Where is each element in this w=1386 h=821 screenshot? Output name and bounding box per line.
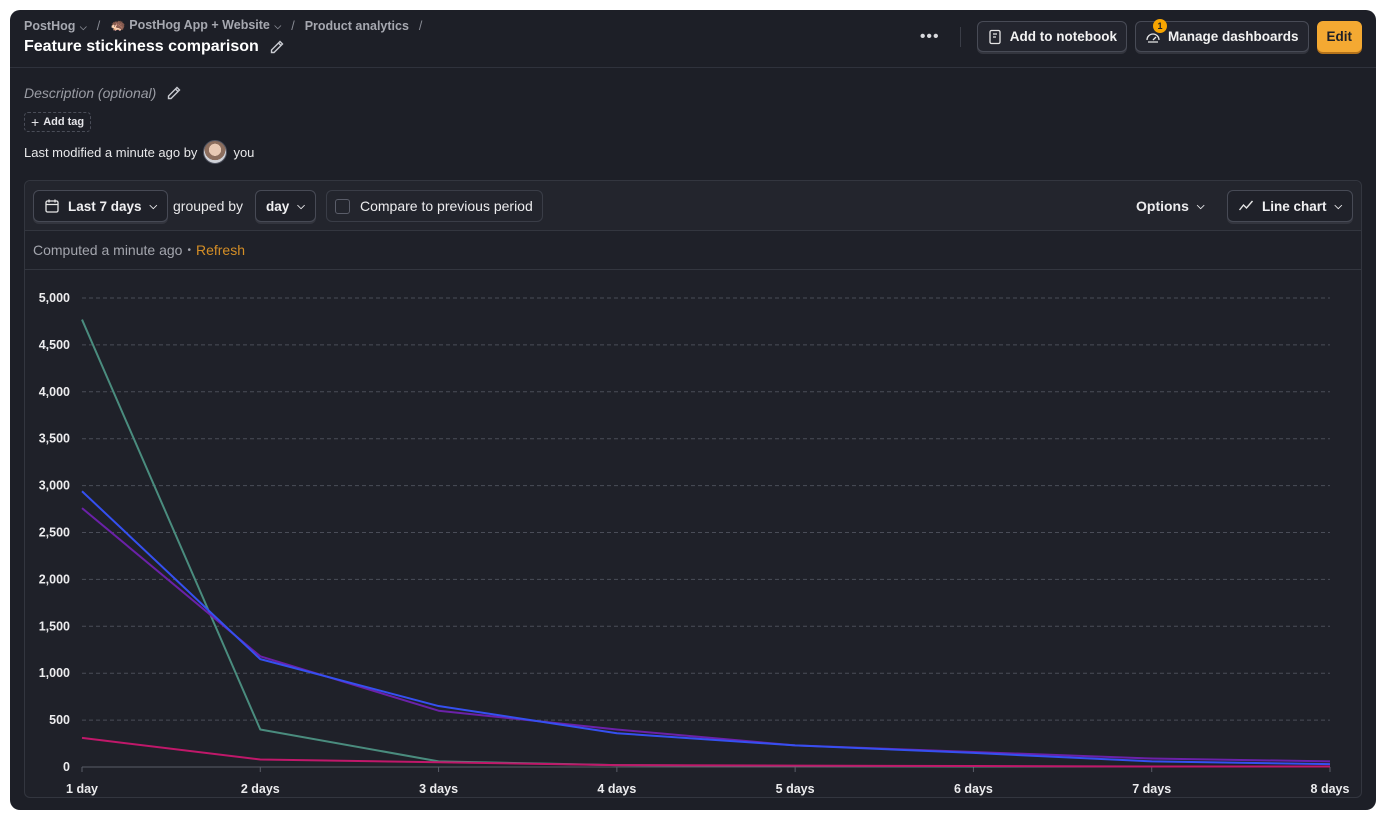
insight-panel: Last 7 days ⌵ grouped by day ⌵ Compare t… (24, 180, 1362, 798)
modified-user[interactable]: you (233, 145, 254, 160)
y-tick-label: 3,500 (39, 432, 70, 446)
x-tick-label: 7 days (1132, 782, 1171, 796)
description-field[interactable]: Description (optional) (24, 85, 156, 101)
manage-dashboards-label: Manage dashboards (1167, 29, 1299, 44)
date-range-label: Last 7 days (68, 198, 142, 214)
breadcrumb-project[interactable]: 🦔 PostHog App + Website ⌵ (110, 18, 281, 33)
y-tick-label: 4,500 (39, 338, 70, 352)
options-button[interactable]: Options ⌵ (1136, 190, 1204, 222)
series-line (81, 507, 1331, 763)
compare-label: Compare to previous period (360, 198, 533, 214)
chart-type-label: Line chart (1262, 198, 1327, 214)
notebook-icon (989, 29, 1001, 44)
compare-checkbox[interactable] (335, 198, 350, 214)
separator-dot: • (187, 244, 191, 256)
add-tag-button[interactable]: + Add tag (24, 112, 92, 132)
interval-select[interactable]: day ⌵ (255, 190, 316, 222)
add-to-notebook-label: Add to notebook (1009, 29, 1117, 44)
edit-button[interactable]: Edit (1316, 21, 1362, 52)
x-tick-label: 2 days (241, 782, 280, 796)
chevron-down-icon: ⌵ (149, 200, 158, 212)
breadcrumb-section[interactable]: Product analytics (305, 19, 409, 33)
chart-type-select[interactable]: Line chart ⌵ (1227, 190, 1354, 222)
y-tick-label: 4,000 (39, 385, 70, 399)
breadcrumb-separator: / (291, 18, 295, 33)
chevron-down-icon: ⌵ (297, 200, 305, 212)
x-tick-label: 8 days (1311, 782, 1350, 796)
page-title[interactable]: Feature stickiness comparison (24, 38, 259, 56)
computed-status: Computed a minute ago • Refresh (25, 231, 1361, 270)
line-chart-icon (1238, 200, 1254, 211)
x-tick-label: 6 days (954, 782, 993, 796)
x-tick-label: 3 days (419, 782, 458, 796)
options-label: Options (1136, 198, 1189, 214)
pencil-icon[interactable] (269, 39, 285, 55)
calendar-icon (45, 199, 59, 213)
breadcrumb: PostHog ⌵ / 🦔 PostHog App + Website ⌵ / … (24, 18, 426, 33)
chart-area: 0 500 1,000 1,500 2,000 2,500 3,000 3,500 4,000 4… (25, 270, 1361, 797)
computed-text: Computed a minute ago (33, 242, 183, 258)
stickiness-line-chart: 0 500 1,000 1,500 2,000 2,500 3,000 3,500 4,000 4… (39, 291, 1350, 796)
compare-toggle[interactable]: Compare to previous period (326, 190, 543, 222)
interval-label: day (266, 198, 290, 214)
y-tick-label: 1,500 (39, 619, 70, 633)
refresh-link[interactable]: Refresh (196, 242, 245, 258)
breadcrumb-separator: / (96, 18, 101, 33)
chevron-down-icon: ⌵ (271, 21, 282, 31)
y-tick-label: 2,000 (39, 572, 70, 586)
modified-text: Last modified a minute ago by (24, 144, 198, 160)
date-range-select[interactable]: Last 7 days ⌵ (33, 190, 169, 222)
notification-badge: 1 (1152, 19, 1167, 33)
more-menu-button[interactable]: ••• (916, 28, 944, 46)
manage-dashboards-button[interactable]: 1 Manage dashboards (1134, 19, 1309, 52)
app-window: PostHog ⌵ / 🦔 PostHog App + Website ⌵ / … (10, 10, 1376, 810)
insight-controls: Last 7 days ⌵ grouped by day ⌵ Compare t… (25, 181, 1361, 231)
series-line (81, 319, 1330, 768)
x-tick-label: 5 days (776, 782, 815, 796)
top-bar: PostHog ⌵ / 🦔 PostHog App + Website ⌵ / … (10, 10, 1376, 68)
series-line (81, 736, 1330, 768)
add-to-notebook-button[interactable]: Add to notebook (976, 21, 1127, 52)
chevron-down-icon: ⌵ (1334, 200, 1343, 212)
breadcrumb-org[interactable]: PostHog ⌵ (24, 19, 87, 33)
y-tick-label: 0 (63, 760, 70, 774)
last-modified: Last modified a minute ago by you (24, 140, 254, 164)
breadcrumb-separator: / (418, 18, 423, 33)
add-tag-label: Add tag (43, 116, 85, 128)
y-tick-label: 5,000 (39, 291, 70, 305)
y-tick-label: 500 (49, 713, 70, 727)
divider (959, 26, 961, 47)
grouped-by-label: grouped by (173, 198, 244, 214)
chevron-down-icon: ⌵ (77, 21, 87, 32)
y-tick-label: 1,000 (39, 666, 70, 680)
pencil-icon[interactable] (166, 85, 182, 101)
x-tick-label: 1 day (66, 782, 98, 796)
plus-icon: + (31, 114, 40, 130)
chevron-down-icon: ⌵ (1196, 200, 1205, 212)
edit-label: Edit (1326, 29, 1353, 44)
avatar[interactable] (203, 140, 228, 164)
y-tick-label: 3,000 (39, 479, 70, 493)
y-tick-label: 2,500 (39, 526, 70, 540)
x-tick-label: 4 days (597, 782, 636, 796)
